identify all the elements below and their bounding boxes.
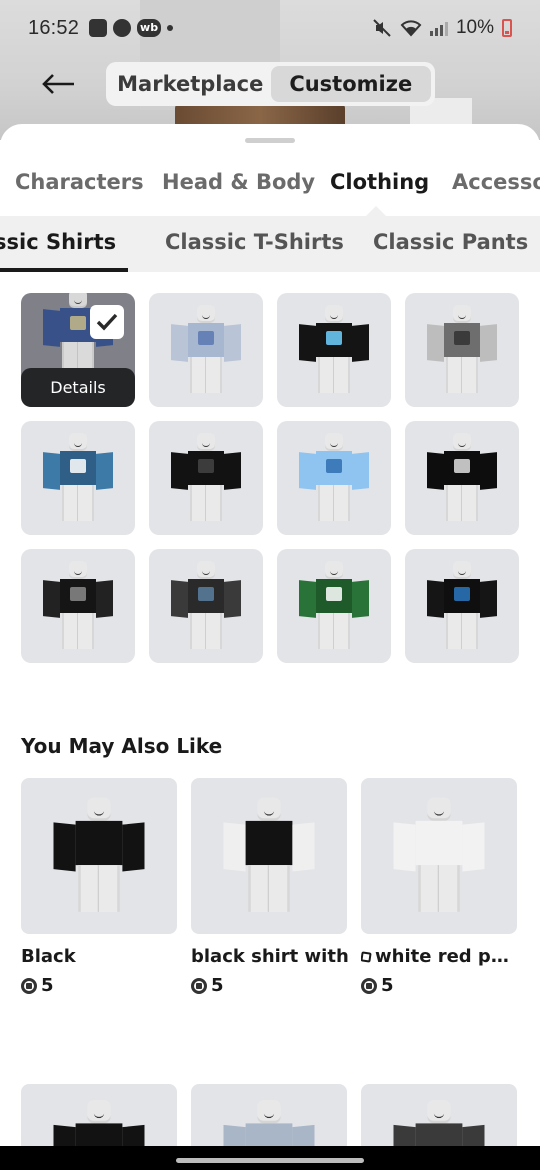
recommendation-card[interactable]: black shirt with 5 [191,778,349,996]
avatar-outfit-figure [299,433,369,523]
recommendation-price: 5 [21,975,177,996]
avatar-outfit-figure [53,797,145,915]
arrow-left-icon [42,74,74,94]
owned-item-tile[interactable] [149,421,263,535]
details-button[interactable]: Details [21,368,135,407]
owned-item-tile[interactable] [405,293,519,407]
recommendation-thumbnail[interactable] [21,778,177,934]
avatar-outfit-figure [43,433,113,523]
category-tabs: Characters Head & Body Clothing Accesso [0,170,540,206]
avatar-outfit-figure [223,797,315,915]
avatar-outfit-figure [171,305,241,395]
avatar-outfit-figure [427,433,497,523]
avatar-outfit-figure [427,305,497,395]
system-icons: 10% [372,17,512,39]
category-tab-characters[interactable]: Characters [15,170,144,194]
recommendation-card[interactable]: white red pol... 5 [361,778,521,996]
limited-icon [361,951,372,963]
recommendations-title: You May Also Like [21,734,223,758]
owned-item-tile[interactable] [277,293,391,407]
owned-item-tile[interactable] [21,421,135,535]
subcategory-tab-classic-shirts[interactable]: ssic Shirts [0,230,116,254]
avatar-outfit-figure [393,797,485,915]
checkmark-icon[interactable] [90,305,124,339]
owned-item-tile[interactable] [405,549,519,663]
owned-item-tile[interactable] [405,421,519,535]
customize-sheet: Characters Head & Body Clothing Accesso … [0,124,540,1170]
back-button[interactable] [38,66,80,102]
owned-item-tile[interactable] [277,421,391,535]
wifi-icon [400,20,422,37]
category-tab-accessories[interactable]: Accesso [452,170,540,194]
subcategory-tab-classic-pants[interactable]: Classic Pants [373,230,528,254]
owned-item-tile[interactable] [277,549,391,663]
subcategory-tab-classic-tshirts[interactable]: Classic T-Shirts [165,230,344,254]
owned-item-tile[interactable]: Details [21,293,135,407]
wb-app-icon: wb [137,19,162,37]
active-subcategory-indicator [0,268,128,272]
recommendation-thumbnail[interactable] [361,778,517,934]
home-gesture-pill[interactable] [176,1158,364,1163]
mode-switcher: Marketplace Customize [106,62,435,106]
avatar-outfit-figure [299,561,369,651]
recommendation-name: black shirt with [191,946,349,967]
avatar-outfit-figure [427,561,497,651]
recommendation-price: 5 [361,975,517,996]
avatar-outfit-figure [299,305,369,395]
recommendation-price: 5 [191,975,347,996]
gallery-icon [89,19,108,37]
recommendation-thumbnail[interactable] [191,778,347,934]
app-icon [113,19,132,37]
owned-item-tile[interactable] [149,549,263,663]
recommendation-card[interactable]: Black 5 [21,778,177,996]
robux-icon [361,977,377,994]
battery-icon [502,19,512,37]
avatar-outfit-figure [171,433,241,523]
avatar-outfit-figure [171,561,241,651]
active-category-pointer [366,206,386,216]
status-bar: 16:52 wb 10% [0,0,540,56]
tab-marketplace[interactable]: Marketplace [110,66,271,102]
sheet-drag-handle[interactable] [245,138,295,143]
more-notifications-icon [167,25,174,31]
subcategory-tabs: ssic Shirts Classic T-Shirts Classic Pan… [0,216,540,272]
category-tab-head-body[interactable]: Head & Body [162,170,315,194]
recommendation-name: white red pol... [361,946,521,967]
recommendation-name: Black [21,946,76,967]
mute-icon [373,19,391,37]
tab-customize[interactable]: Customize [270,66,431,102]
owned-item-tile[interactable] [149,293,263,407]
signal-icon [429,20,448,36]
notification-icons: wb [89,19,174,37]
owned-items-grid: Details [21,293,519,663]
robux-icon [21,977,37,994]
category-tab-clothing[interactable]: Clothing [330,170,429,194]
battery-percent: 10% [455,17,494,38]
status-time: 16:52 [28,16,80,39]
avatar-outfit-figure [43,561,113,651]
robux-icon [191,977,207,994]
owned-item-tile[interactable] [21,549,135,663]
